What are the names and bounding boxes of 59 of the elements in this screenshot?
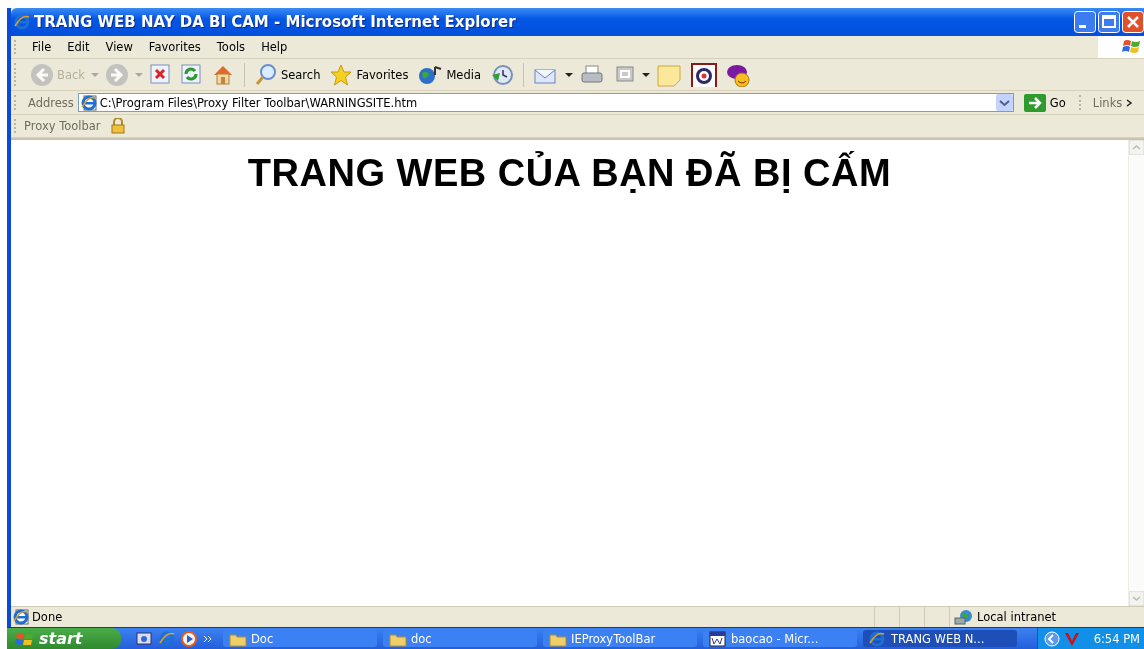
go-button[interactable]: Go xyxy=(1017,93,1072,112)
scroll-down-icon[interactable] xyxy=(1129,591,1144,606)
ie-icon xyxy=(14,14,30,30)
play-icon[interactable] xyxy=(181,630,197,647)
status-text: Done xyxy=(32,610,63,624)
chevron-icon[interactable] xyxy=(1126,98,1134,107)
minimize-icon[interactable] xyxy=(1074,11,1096,33)
page-heading: TRANG WEB CỦA BẠN ĐÃ BỊ CẤM xyxy=(247,152,892,196)
stop-icon xyxy=(148,62,171,87)
toolbar-button[interactable]: Search xyxy=(250,60,324,89)
window-title: TRANG WEB NAY DA BI CAM - Microsoft Internet Explorer xyxy=(34,13,516,31)
windows-flag-icon xyxy=(15,630,35,647)
double-chevron-icon[interactable] xyxy=(203,634,213,643)
menu-item[interactable]: Help xyxy=(253,40,296,54)
page-icon xyxy=(80,94,97,111)
document-icon xyxy=(709,630,727,647)
zone-text: Local intranet xyxy=(977,610,1057,624)
windows-flag-icon xyxy=(1122,38,1142,56)
caret-icon[interactable] xyxy=(564,71,573,78)
arrow-left-icon xyxy=(30,62,54,87)
ie-icon[interactable] xyxy=(159,630,175,647)
scrollbar[interactable] xyxy=(1128,140,1144,606)
taskbar-button[interactable]: IEProxyToolBar xyxy=(543,630,697,647)
toolbar-button[interactable]: Favorites xyxy=(326,60,412,89)
toolbar-button[interactable]: Media xyxy=(414,60,484,89)
start-button[interactable]: start xyxy=(7,628,121,649)
taskbar-button[interactable]: doc xyxy=(383,630,537,647)
ie-icon xyxy=(869,630,887,647)
address-label: Address xyxy=(28,95,74,110)
network-icon xyxy=(954,609,974,625)
clock: 6:54 PM xyxy=(1093,631,1140,646)
dropdown-icon[interactable] xyxy=(995,94,1013,111)
collapse-icon[interactable] xyxy=(1043,630,1060,647)
menu-item[interactable]: Edit xyxy=(59,40,98,54)
maximize-icon[interactable] xyxy=(1098,11,1120,33)
refresh-icon xyxy=(179,62,202,87)
menu-item[interactable]: View xyxy=(97,40,141,54)
taskbar-button[interactable]: TRANG WEB N... xyxy=(863,630,1017,647)
scroll-up-icon[interactable] xyxy=(1129,140,1144,155)
v-icon[interactable] xyxy=(1063,630,1080,647)
taskbar-button[interactable]: baocao - Micr... xyxy=(703,630,857,647)
search-icon xyxy=(253,62,278,87)
taskbar-button[interactable]: Doc xyxy=(223,630,377,647)
menu-item[interactable]: File xyxy=(24,40,60,54)
menu-item[interactable]: Favorites xyxy=(140,40,209,54)
padlock-icon[interactable] xyxy=(108,118,127,134)
note-icon xyxy=(655,62,682,87)
arrow-right-icon xyxy=(104,62,129,87)
close-icon[interactable] xyxy=(1122,11,1144,33)
toolbar-label: Proxy Toolbar xyxy=(24,119,101,133)
arrow-right-icon xyxy=(1023,93,1046,112)
address-field[interactable]: C:\Program Files\Proxy Filter Toolbar\WARNINGSITE.htm xyxy=(77,93,1014,112)
page-icon xyxy=(13,609,29,625)
smiley-icon xyxy=(725,62,752,87)
links-button[interactable]: Links xyxy=(1092,95,1123,110)
menu-item[interactable]: Tools xyxy=(208,40,254,54)
desktop-icon[interactable] xyxy=(135,630,153,647)
caret-icon[interactable] xyxy=(641,71,650,78)
star-icon xyxy=(329,62,354,87)
